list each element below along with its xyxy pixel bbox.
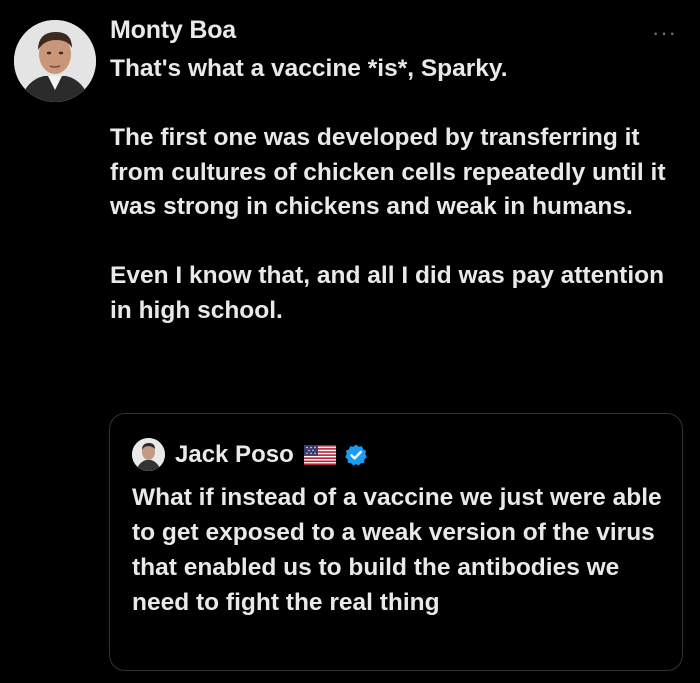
quoted-tweet-card[interactable]: Jack Poso What if instead of a vaccine w… — [109, 413, 683, 671]
quoted-tweet-text: What if instead of a vaccine we just wer… — [132, 484, 662, 616]
author-name[interactable]: Monty Boa — [110, 16, 236, 45]
avatar-portrait-icon — [14, 20, 96, 102]
us-flag-icon — [303, 444, 336, 465]
author-avatar[interactable] — [14, 20, 96, 102]
tweet: Monty Boa ··· That's what a vaccine *is*… — [0, 0, 700, 683]
verified-badge-icon — [344, 443, 368, 467]
quoted-author-name[interactable]: Jack Poso — [175, 441, 294, 469]
tweet-paragraph: That's what a vaccine *is*, Sparky. — [110, 55, 508, 82]
tweet-paragraph: The first one was developed by transferr… — [110, 124, 666, 220]
tweet-text: That's what a vaccine *is*, Sparky. The … — [110, 52, 685, 328]
tweet-header: Monty Boa — [110, 16, 236, 45]
quoted-tweet-header: Jack Poso — [132, 438, 368, 471]
quoted-author-avatar[interactable] — [132, 438, 165, 471]
tweet-paragraph: Even I know that, and all I did was pay … — [110, 262, 665, 324]
avatar-portrait-icon — [132, 438, 165, 471]
more-options-icon[interactable]: ··· — [652, 22, 677, 44]
